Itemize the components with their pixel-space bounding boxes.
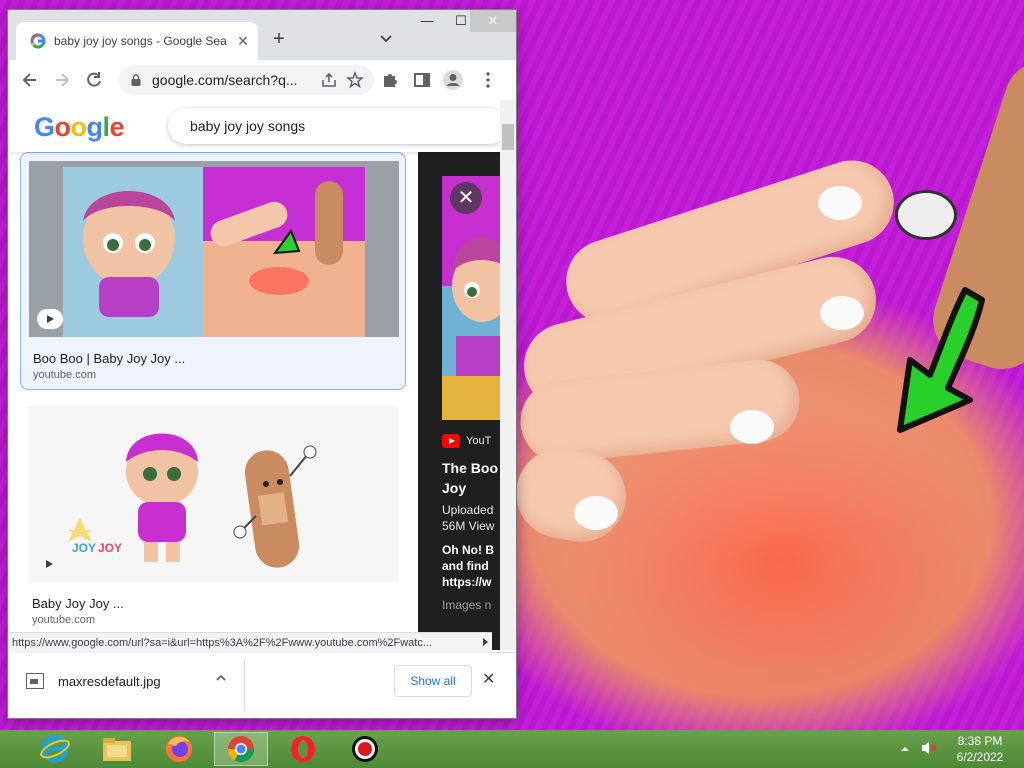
reload-icon[interactable] [84, 70, 104, 90]
extensions-puzzle-icon[interactable] [380, 70, 400, 90]
video-play-badge [37, 309, 63, 329]
taskbar-opera[interactable] [276, 732, 330, 766]
image-result[interactable]: Boo Boo | Baby Joy Joy ... youtube.com [20, 152, 406, 390]
window-close-button[interactable]: ✕ [470, 10, 516, 32]
taskbar-ie[interactable] [28, 732, 82, 766]
link-status-bar: https://www.google.com/url?sa=i&url=http… [8, 632, 492, 653]
scroll-right-arrow-icon[interactable] [478, 635, 492, 649]
video-play-badge [36, 554, 62, 574]
taskbar-firefox[interactable] [152, 732, 206, 766]
profile-avatar-icon[interactable] [442, 69, 464, 91]
wallpaper-nail [730, 410, 774, 444]
result-thumbnail[interactable]: JOY JOY [28, 406, 398, 582]
kebab-menu-icon[interactable] [478, 70, 498, 90]
internet-explorer-icon [40, 735, 70, 763]
logo-letter: e [109, 112, 125, 142]
result-title[interactable]: Baby Joy Joy ... [32, 596, 124, 611]
browser-tab[interactable]: baby joy joy songs - Google Sea ✕ [16, 22, 258, 60]
preview-source-label: YouT [466, 435, 492, 447]
minimize-button[interactable]: — [410, 10, 444, 32]
vertical-scrollbar[interactable] [500, 100, 516, 650]
address-url[interactable]: google.com/search?q... [152, 72, 320, 88]
result-source: youtube.com [32, 614, 95, 626]
image-file-icon [26, 673, 44, 689]
wallpaper-cartoon-hand [895, 190, 957, 240]
logo-letter: l [102, 112, 111, 142]
logo-letter: g [86, 112, 104, 142]
logo-letter: o [54, 112, 72, 142]
logo-letter: G [34, 112, 55, 142]
google-images-page: Google baby joy joy songs Boo Boo | Baby… [8, 100, 516, 650]
chrome-window: baby joy joy songs - Google Sea ✕ + — ☐ … [8, 10, 516, 718]
google-logo[interactable]: Google [34, 112, 125, 143]
side-panel-icon[interactable] [412, 70, 432, 90]
taskbar-chrome[interactable] [214, 732, 268, 766]
downloads-bar: maxresdefault.jpg Show all ✕ [8, 652, 516, 718]
show-all-button[interactable]: Show all [394, 665, 472, 697]
play-icon [47, 315, 54, 323]
taskbar-recorder[interactable] [338, 732, 392, 766]
back-arrow-icon[interactable] [20, 70, 40, 90]
tray-chevron-up-icon[interactable] [900, 744, 910, 754]
browser-toolbar: google.com/search?q... [8, 60, 516, 101]
lock-icon[interactable] [130, 74, 142, 86]
download-file-name[interactable]: maxresdefault.jpg [58, 674, 161, 689]
tab-close-icon[interactable]: ✕ [234, 33, 252, 50]
preview-images-label: Images n [442, 598, 492, 612]
clock-time: 8:38 PM [957, 734, 1003, 748]
wallpaper-nail [818, 186, 862, 220]
screen-recorder-icon [352, 736, 378, 762]
forward-arrow-icon[interactable] [52, 70, 72, 90]
wallpaper-finger [509, 441, 633, 549]
bookmark-star-icon[interactable] [346, 71, 364, 89]
tab-strip: baby joy joy songs - Google Sea ✕ + — ☐ … [8, 10, 516, 60]
file-explorer-icon [103, 738, 131, 761]
result-thumbnail[interactable] [29, 161, 399, 337]
search-input[interactable] [188, 117, 492, 135]
system-clock[interactable]: 8:38 PM 6/2/2022 [944, 733, 1016, 765]
scrollbar-thumb[interactable] [502, 124, 514, 150]
firefox-icon [166, 736, 192, 762]
search-box[interactable] [168, 108, 508, 144]
opera-icon [291, 736, 315, 762]
boo-boo-thumbnail-image [63, 167, 365, 337]
chevron-up-icon[interactable] [214, 671, 228, 685]
wallpaper-nail [574, 496, 618, 530]
green-arrow-icon [897, 287, 985, 433]
share-icon[interactable] [320, 71, 338, 89]
result-source: youtube.com [33, 369, 96, 381]
preview-close-button[interactable]: ✕ [450, 182, 482, 214]
svg-text:JOY: JOY [98, 541, 122, 555]
downloads-divider [244, 661, 245, 711]
volume-muted-icon[interactable] [920, 740, 938, 756]
image-result[interactable]: JOY JOY Baby Joy Joy ... youtube.com [20, 398, 404, 634]
svg-text:JOY: JOY [72, 541, 96, 555]
result-title[interactable]: Boo Boo | Baby Joy Joy ... [33, 351, 185, 366]
downloads-close-icon[interactable]: ✕ [482, 669, 495, 689]
preview-source[interactable]: YouT [442, 434, 491, 448]
download-item[interactable]: maxresdefault.jpg [26, 673, 161, 689]
wallpaper-nail [820, 296, 864, 330]
taskbar-file-explorer[interactable] [90, 732, 144, 766]
google-header: Google [8, 100, 516, 152]
chrome-icon [227, 736, 255, 763]
clock-date: 6/2/2022 [956, 750, 1004, 764]
play-icon [46, 560, 53, 568]
youtube-icon [442, 434, 460, 448]
new-tab-button[interactable]: + [266, 26, 292, 52]
google-favicon-icon [30, 33, 46, 49]
windows-taskbar [0, 730, 1024, 768]
tab-search-icon[interactable] [376, 28, 396, 48]
baby-joy-joy-thumbnail-image: JOY JOY [28, 406, 398, 582]
address-bar[interactable]: google.com/search?q... [118, 65, 374, 95]
tab-title: baby joy joy songs - Google Sea [54, 34, 227, 48]
logo-letter: o [70, 112, 88, 142]
